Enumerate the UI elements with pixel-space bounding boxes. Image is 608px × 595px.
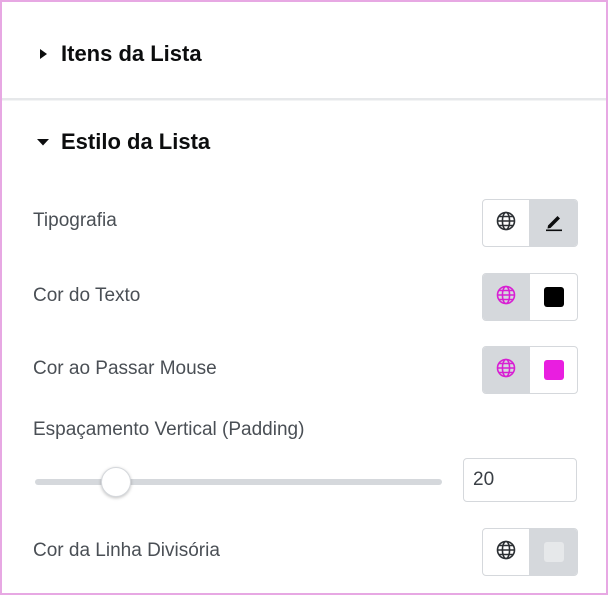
cor-linha-label: Cor da Linha Divisória <box>33 540 220 561</box>
pencil-icon <box>543 210 565 237</box>
tipografia-control <box>482 199 578 247</box>
caret-down-icon <box>36 135 50 149</box>
tipografia-label: Tipografia <box>33 210 117 231</box>
color-picker-button[interactable] <box>530 529 577 575</box>
edit-typography-button[interactable] <box>530 200 577 246</box>
globe-icon <box>496 211 516 236</box>
global-typography-button[interactable] <box>483 200 530 246</box>
divider <box>2 100 606 101</box>
global-color-button[interactable] <box>483 529 530 575</box>
global-color-button[interactable] <box>483 274 530 320</box>
padding-slider-thumb[interactable] <box>101 467 132 497</box>
color-swatch <box>543 360 564 380</box>
globe-icon <box>496 285 516 310</box>
section-itens-da-lista[interactable]: Itens da Lista <box>2 30 606 78</box>
section-title: Estilo da Lista <box>61 129 211 154</box>
padding-slider-track[interactable] <box>35 467 442 497</box>
cor-linha-control <box>482 528 578 576</box>
color-swatch <box>543 542 564 562</box>
color-swatch <box>543 287 564 307</box>
caret-right-icon <box>36 47 50 61</box>
cor-do-texto-control <box>482 273 578 321</box>
cor-hover-label: Cor ao Passar Mouse <box>33 358 217 379</box>
padding-number-input[interactable] <box>463 458 577 502</box>
cor-do-texto-label: Cor do Texto <box>33 285 141 306</box>
color-picker-button[interactable] <box>530 347 577 393</box>
section-estilo-da-lista[interactable]: Estilo da Lista <box>2 118 606 166</box>
panel: Itens da Lista Estilo da Lista Tipografi… <box>0 0 608 595</box>
section-title: Itens da Lista <box>61 41 202 66</box>
globe-icon <box>496 540 516 565</box>
globe-icon <box>496 358 516 383</box>
global-color-button[interactable] <box>483 347 530 393</box>
cor-hover-control <box>482 346 578 394</box>
color-picker-button[interactable] <box>530 274 577 320</box>
espacamento-label: Espaçamento Vertical (Padding) <box>33 419 305 440</box>
